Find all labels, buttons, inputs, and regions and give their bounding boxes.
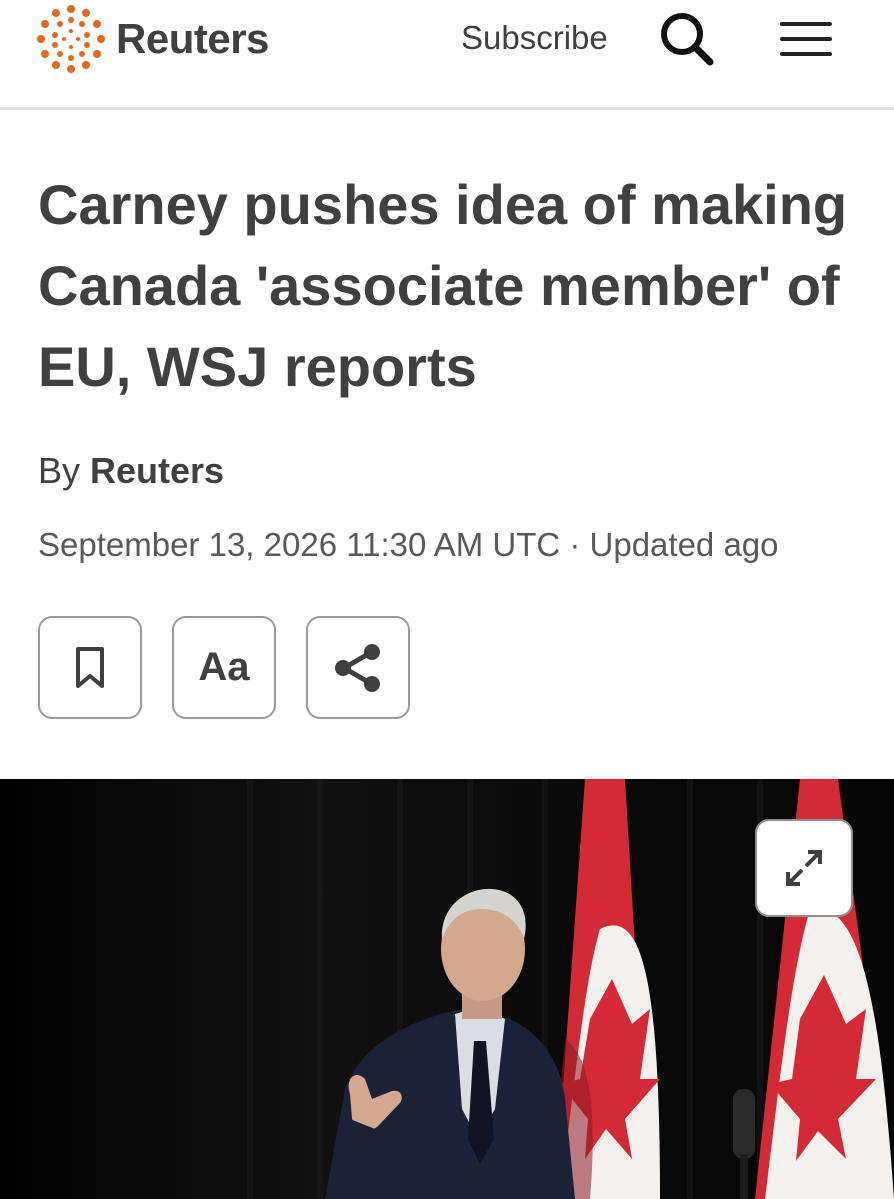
expand-image-button[interactable] xyxy=(755,819,853,917)
reuters-logo-icon xyxy=(37,5,105,73)
share-button[interactable] xyxy=(306,616,410,719)
expand-icon xyxy=(786,850,822,886)
bookmark-button[interactable] xyxy=(38,616,142,719)
menu-button[interactable] xyxy=(778,14,834,64)
top-header: Reuters Subscribe xyxy=(0,0,894,110)
byline-author-link[interactable]: Reuters xyxy=(90,450,224,491)
share-icon xyxy=(335,643,380,692)
reuters-logo[interactable]: Reuters xyxy=(36,4,269,74)
hero-image[interactable] xyxy=(0,779,894,1199)
hamburger-menu-icon xyxy=(780,22,832,56)
bookmark-icon xyxy=(76,646,104,688)
article-dateline: September 13, 2026 11:30 AM UTC · Update… xyxy=(38,526,779,563)
byline-prefix: By xyxy=(38,450,81,491)
search-icon xyxy=(661,13,714,66)
search-button[interactable] xyxy=(656,8,718,70)
font-size-button[interactable]: Aa xyxy=(172,616,276,719)
article-headline: Carney pushes idea of making Canada 'ass… xyxy=(38,173,848,398)
logo-wordmark: Reuters xyxy=(116,15,269,62)
font-size-label: Aa xyxy=(198,645,250,689)
subscribe-link[interactable]: Subscribe xyxy=(461,16,608,60)
byline: By Reuters xyxy=(38,450,224,492)
